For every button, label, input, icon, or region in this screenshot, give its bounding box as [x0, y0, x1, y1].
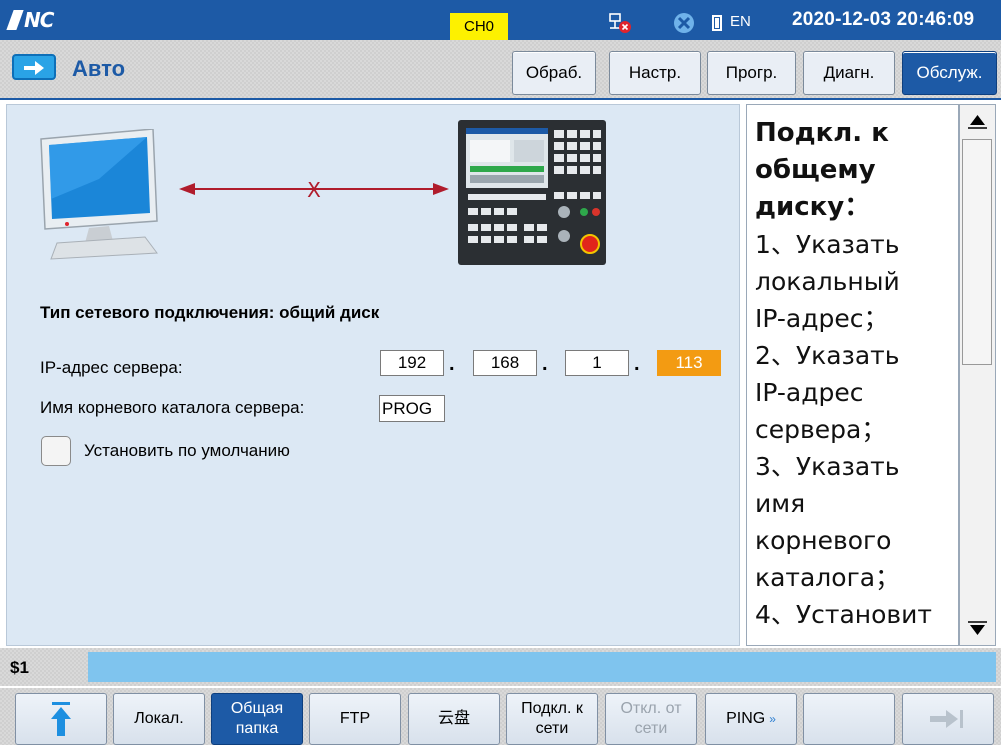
- channel-indicator[interactable]: CH0: [450, 13, 508, 40]
- help-line: 3、Указать: [755, 452, 900, 481]
- help-scrollbar[interactable]: [959, 104, 996, 646]
- softkey-connect-label: Подкл. к сети: [521, 700, 583, 737]
- help-title-line: общему: [755, 155, 876, 185]
- double-chevron-down-icon: »: [769, 712, 776, 726]
- set-default-label[interactable]: Установить по умолчанию: [84, 441, 290, 461]
- softkey-bar: Локал. Общая папка FTP 云盘 Подкл. к сети …: [0, 688, 1001, 745]
- scroll-down-arrow-icon[interactable]: [960, 613, 995, 645]
- channel-prompt: $1: [10, 658, 29, 677]
- network-settings-panel: X Тип сетевого подключения: общий диск I…: [6, 104, 740, 646]
- title-bar: Авто Обраб. Настр. Прогр. Диагн. Обслуж.: [0, 40, 1001, 100]
- ip-address-label: IP-адрес сервера:: [40, 358, 183, 377]
- ip-octet-4-input[interactable]: 113: [657, 350, 721, 376]
- close-icon[interactable]: [668, 12, 700, 34]
- network-disconnected-icon: [609, 13, 631, 33]
- cnc-controller-icon: [458, 120, 606, 265]
- help-line: 1、Указать: [755, 230, 900, 259]
- ip-octet-3-input[interactable]: 1: [565, 350, 629, 376]
- help-title-line: Подкл. к: [755, 118, 889, 148]
- tab-program[interactable]: Прогр.: [707, 51, 796, 95]
- datetime: 2020-12-03 20:46:09: [792, 9, 975, 30]
- softkey-up[interactable]: [15, 693, 107, 745]
- softkey-empty[interactable]: [803, 693, 895, 745]
- tab-diagnostics[interactable]: Диагн.: [803, 51, 895, 95]
- help-line: IP-адрес: [755, 378, 864, 407]
- softkey-local[interactable]: Локал.: [113, 693, 205, 745]
- computer-icon: [40, 129, 158, 260]
- ip-octet-2-input[interactable]: 168: [473, 350, 537, 376]
- tab-processing[interactable]: Обраб.: [512, 51, 596, 95]
- softkey-connect[interactable]: Подкл. к сети: [506, 693, 598, 745]
- help-line: IP-адрес；: [755, 304, 889, 333]
- softkey-ftp[interactable]: FTP: [309, 693, 401, 745]
- set-default-checkbox[interactable]: [41, 436, 71, 466]
- command-input[interactable]: [88, 652, 996, 682]
- help-line: 2、Указать: [755, 341, 900, 370]
- tab-setup[interactable]: Настр.: [609, 51, 701, 95]
- softkey-cloud[interactable]: 云盘: [408, 693, 500, 745]
- language-icon: [712, 15, 722, 31]
- connection-link-icon: X: [179, 178, 449, 201]
- ip-separator: .: [634, 353, 640, 375]
- hnc-logo: NC: [6, 8, 68, 32]
- help-line: каталога；: [755, 563, 901, 592]
- softkey-disconnect: Откл. от сети: [605, 693, 697, 745]
- link-status-mark: X: [307, 178, 321, 201]
- language-label[interactable]: EN: [730, 13, 751, 30]
- help-line: локальный: [755, 267, 900, 296]
- status-bar: NC CH0 EN 2020-12-03 20:46:09: [0, 0, 1001, 40]
- help-title-line: диску：: [755, 192, 871, 222]
- up-arrow-icon: [51, 702, 71, 736]
- connection-type-label: Тип сетевого подключения: общий диск: [40, 303, 380, 322]
- command-bar: $1: [0, 648, 1001, 686]
- softkey-disconnect-label: Откл. от сети: [620, 700, 682, 737]
- root-folder-input[interactable]: PROG: [379, 395, 445, 422]
- softkey-shared-folder-label: Общая папка: [230, 700, 284, 737]
- mode-title: Авто: [72, 56, 126, 81]
- scroll-up-arrow-icon[interactable]: [960, 105, 995, 137]
- help-line: сервера；: [755, 415, 887, 444]
- auto-mode-icon: [12, 54, 56, 80]
- softkey-shared-folder[interactable]: Общая папка: [211, 693, 303, 745]
- ip-separator: .: [542, 353, 548, 375]
- help-line: корневого: [755, 526, 892, 555]
- softkey-ping-label: PING: [726, 710, 766, 727]
- tab-maintenance[interactable]: Обслуж.: [902, 51, 997, 95]
- help-line: имя: [755, 489, 806, 518]
- ip-octet-1-input[interactable]: 192: [380, 350, 444, 376]
- root-folder-label: Имя корневого каталога сервера:: [40, 398, 305, 417]
- next-page-arrow-icon: [930, 710, 963, 728]
- softkey-ping[interactable]: PING »: [705, 693, 797, 745]
- help-panel: Подкл. к общему диску： 1、Указать локальн…: [746, 104, 959, 646]
- softkey-next[interactable]: [902, 693, 994, 745]
- help-line: 4、Установит: [755, 600, 932, 629]
- scroll-thumb[interactable]: [962, 139, 992, 365]
- ip-separator: .: [449, 353, 455, 375]
